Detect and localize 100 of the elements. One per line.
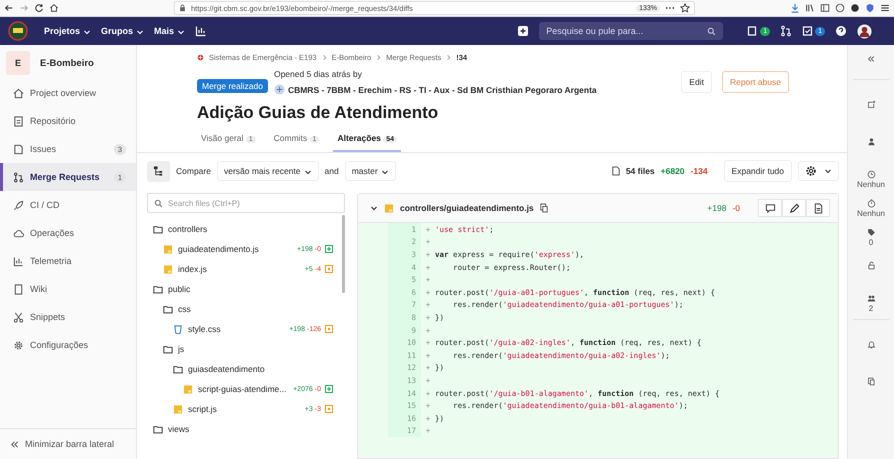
document-icon bbox=[13, 116, 24, 126]
chevron-down-icon[interactable] bbox=[370, 204, 378, 212]
file-tree-icon bbox=[153, 165, 164, 177]
nav-menu[interactable]: Projetos bbox=[44, 26, 92, 36]
cloud-icon bbox=[13, 228, 24, 238]
chart-icon[interactable] bbox=[195, 25, 208, 37]
sidebar-item[interactable]: Operações bbox=[0, 219, 136, 247]
sidebar-item[interactable]: Configurações bbox=[0, 331, 136, 359]
folder-name[interactable]: guiasdeatendimento bbox=[188, 364, 333, 374]
js-file-icon bbox=[183, 384, 193, 394]
view-file-button[interactable] bbox=[806, 199, 830, 217]
settings-button[interactable] bbox=[798, 161, 839, 181]
sidebar-item[interactable]: Wiki bbox=[0, 275, 136, 303]
labels-count: 0 bbox=[868, 238, 874, 247]
book-icon bbox=[13, 284, 24, 294]
clock-icon[interactable] bbox=[866, 170, 876, 179]
time-tracking-value: Nenhun bbox=[856, 209, 886, 218]
compare-label: Compare bbox=[176, 166, 211, 176]
added-count: +6820 bbox=[660, 166, 685, 176]
edit-button[interactable] bbox=[782, 199, 806, 217]
sidebar-item[interactable]: Snippets bbox=[0, 303, 136, 331]
expand-all-button[interactable]: Expandir tudo bbox=[724, 160, 792, 182]
double-chevron-icon[interactable] bbox=[867, 55, 875, 63]
home-icon[interactable] bbox=[49, 3, 59, 13]
shield-icon[interactable] bbox=[865, 3, 875, 13]
file-path[interactable]: controllers/guiadeatendimento.js bbox=[400, 203, 534, 213]
back-icon[interactable] bbox=[4, 3, 14, 13]
project-avatar[interactable]: E bbox=[6, 51, 30, 75]
chevron-right-icon bbox=[446, 54, 452, 60]
nav-menu[interactable]: Grupos bbox=[101, 26, 144, 36]
folder-name[interactable]: controllers bbox=[168, 224, 333, 234]
lock-icon bbox=[179, 4, 186, 12]
file-name[interactable]: index.js bbox=[178, 264, 300, 274]
double-chevron-icon bbox=[10, 440, 19, 448]
settings-icon bbox=[805, 165, 817, 177]
author-avatar[interactable] bbox=[274, 84, 285, 95]
folder-icon bbox=[173, 364, 183, 374]
timer-icon[interactable] bbox=[866, 199, 876, 208]
home-icon bbox=[13, 88, 24, 98]
file-icon bbox=[612, 166, 620, 176]
file-name[interactable]: style.css bbox=[188, 324, 284, 334]
folder-icon bbox=[163, 344, 173, 354]
files-count: 54 files bbox=[626, 166, 655, 176]
chevron-down-icon bbox=[177, 28, 186, 36]
folder-name[interactable]: css bbox=[178, 304, 333, 314]
file-tree-toggle[interactable] bbox=[147, 160, 170, 182]
page-title: Adição Guias de Atendimento bbox=[197, 103, 440, 123]
user-icon[interactable] bbox=[866, 137, 876, 146]
bell-icon[interactable] bbox=[866, 340, 876, 349]
opened-text: Opened 5 dias atrás by bbox=[274, 69, 363, 79]
file-name[interactable]: script-guias-atendime... bbox=[198, 384, 288, 394]
nav-menu[interactable]: Mais bbox=[154, 26, 186, 36]
logo-icon[interactable] bbox=[8, 21, 28, 41]
reload-icon[interactable] bbox=[34, 3, 44, 13]
scissors-icon bbox=[13, 312, 24, 322]
css-file-icon bbox=[173, 324, 183, 334]
author-name[interactable]: CBMRS - 7BBM - Erechim - RS - TI - Aux - Sd BM Cristhian Pegoraro Argenta bbox=[288, 84, 597, 94]
status-badge: Merge realizado bbox=[197, 79, 268, 93]
add-todo-icon[interactable] bbox=[866, 100, 876, 109]
sidebar-item[interactable]: CI / CD bbox=[0, 191, 136, 219]
branch-dropdown[interactable]: master bbox=[344, 161, 396, 181]
chevron-right-icon bbox=[322, 54, 327, 60]
folder-name[interactable]: js bbox=[178, 344, 333, 354]
tag-icon[interactable] bbox=[866, 228, 876, 237]
library-icon[interactable] bbox=[805, 3, 815, 13]
edit-button[interactable]: Edit bbox=[681, 71, 712, 93]
folder-name[interactable]: views bbox=[168, 424, 333, 434]
comment-button[interactable] bbox=[758, 199, 782, 217]
plus-icon[interactable] bbox=[517, 25, 530, 37]
file-name[interactable]: guiadeatendimento.js bbox=[178, 244, 292, 254]
todo-icon[interactable] bbox=[802, 25, 814, 37]
copy-icon[interactable] bbox=[540, 203, 548, 213]
file-name[interactable]: script.js bbox=[188, 404, 300, 414]
star-icon[interactable] bbox=[680, 3, 690, 13]
scrollbar[interactable] bbox=[342, 215, 345, 293]
added-count: +198 bbox=[707, 203, 726, 213]
sidebar-item[interactable]: Repositório bbox=[0, 107, 136, 135]
copy-icon[interactable] bbox=[866, 377, 876, 386]
people-icon[interactable] bbox=[866, 294, 876, 303]
merge-request-icon bbox=[13, 172, 24, 182]
help-icon[interactable] bbox=[835, 25, 847, 37]
js-file-icon bbox=[173, 404, 183, 414]
issue-icon bbox=[13, 144, 24, 154]
avatar[interactable] bbox=[857, 24, 872, 38]
merge-request-icon[interactable] bbox=[780, 25, 792, 37]
download-icon[interactable] bbox=[790, 3, 800, 13]
version-dropdown[interactable]: versão mais recente bbox=[216, 161, 319, 181]
sidebar-icon[interactable] bbox=[820, 3, 830, 13]
sidebar-item[interactable]: Telemetria bbox=[0, 247, 136, 275]
folder-name[interactable]: public bbox=[168, 284, 333, 294]
collapse-sidebar-button[interactable]: Minimizar barra lateral bbox=[0, 428, 136, 459]
search-field[interactable]: Pesquise ou pule para... bbox=[539, 22, 724, 40]
sidebar-item[interactable]: Project overview bbox=[0, 79, 136, 107]
project-name[interactable]: E-Bombeiro bbox=[40, 58, 94, 68]
unlock-icon[interactable] bbox=[866, 261, 876, 270]
search-icon bbox=[707, 26, 716, 36]
menu-icon[interactable] bbox=[880, 3, 890, 13]
group-icon bbox=[197, 54, 204, 60]
search-icon bbox=[154, 198, 163, 208]
settings-icon bbox=[13, 340, 24, 350]
